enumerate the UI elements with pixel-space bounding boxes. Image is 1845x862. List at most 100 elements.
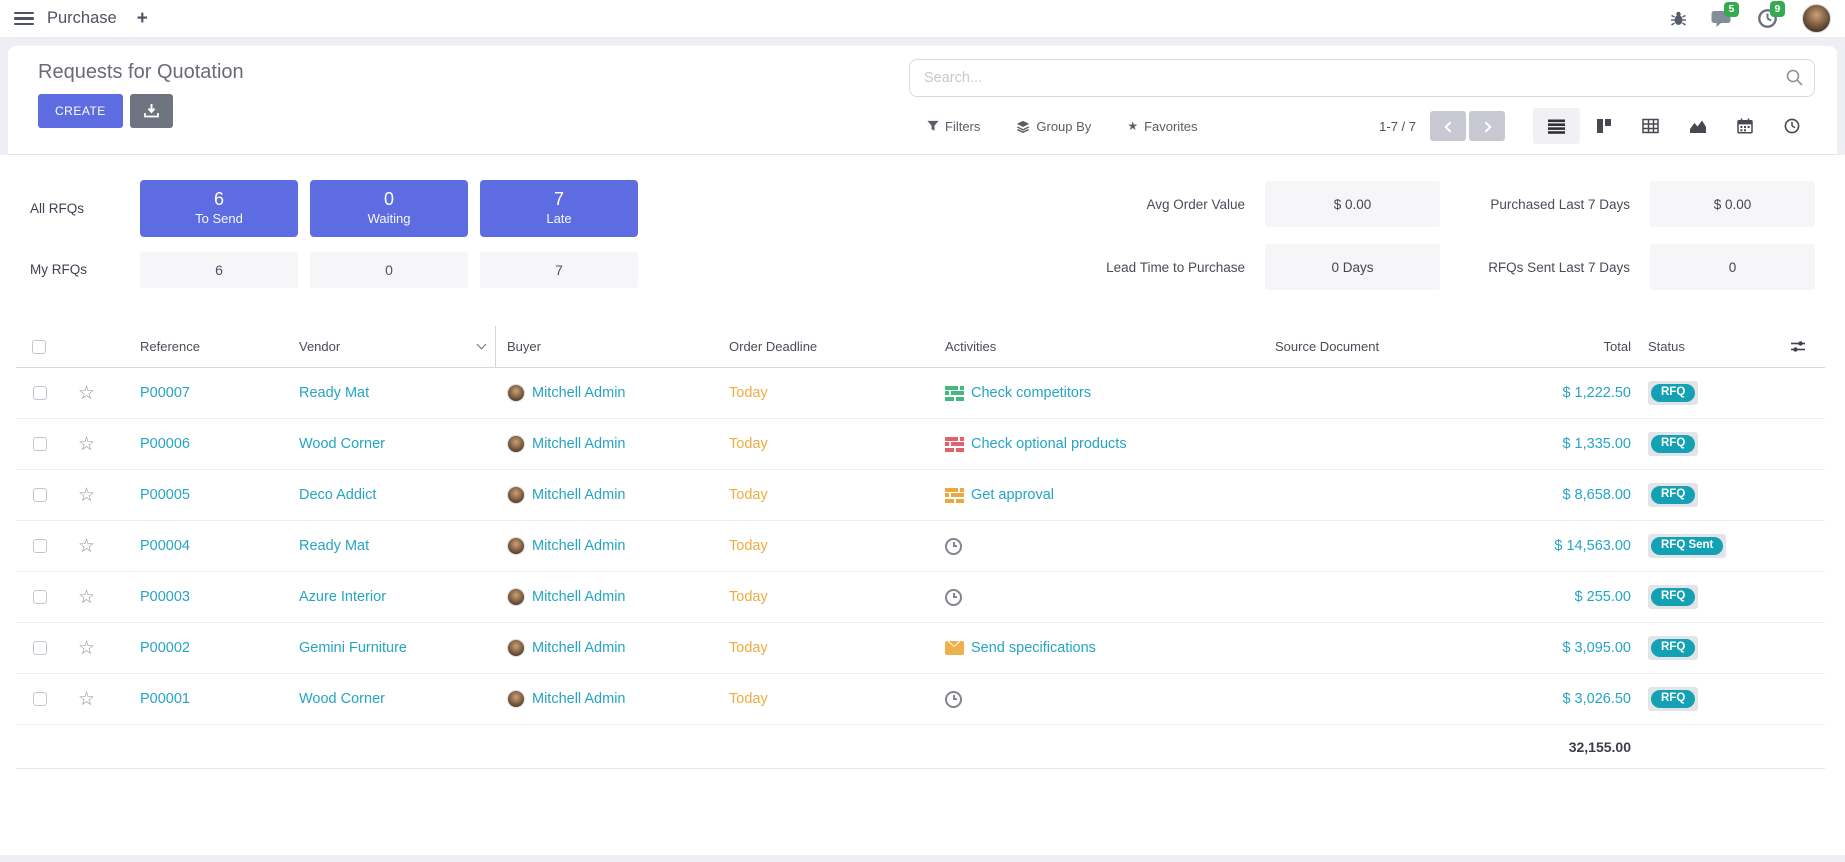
reference-link[interactable]: P00002 bbox=[140, 640, 190, 656]
activity-view-button[interactable] bbox=[1768, 108, 1815, 144]
table-row[interactable]: ☆ P00006 Wood Corner Mitchell Admin Toda… bbox=[16, 419, 1825, 470]
favorites-menu[interactable]: ★ Favorites bbox=[1127, 119, 1197, 134]
activity-icon[interactable] bbox=[945, 691, 962, 708]
activity-label[interactable]: Send specifications bbox=[971, 640, 1096, 656]
reference-link[interactable]: P00001 bbox=[140, 691, 190, 707]
activity-label[interactable]: Get approval bbox=[971, 487, 1054, 503]
select-all-checkbox[interactable] bbox=[32, 340, 46, 354]
pivot-view-button[interactable] bbox=[1627, 108, 1674, 144]
activity-icon[interactable] bbox=[945, 386, 964, 401]
row-checkbox[interactable] bbox=[33, 386, 47, 400]
activity-icon[interactable] bbox=[945, 488, 964, 503]
row-checkbox[interactable] bbox=[33, 488, 47, 502]
reference-link[interactable]: P00003 bbox=[140, 589, 190, 605]
export-button[interactable] bbox=[130, 94, 173, 128]
group-by-menu[interactable]: Group By bbox=[1016, 119, 1091, 134]
reference-link[interactable]: P00005 bbox=[140, 487, 190, 503]
buyer-link[interactable]: Mitchell Admin bbox=[532, 589, 625, 605]
user-avatar[interactable] bbox=[1802, 4, 1831, 33]
favorite-star-icon[interactable]: ☆ bbox=[78, 588, 95, 607]
table-row[interactable]: ☆ P00002 Gemini Furniture Mitchell Admin… bbox=[16, 623, 1825, 674]
col-header-activities[interactable]: Activities bbox=[941, 326, 1271, 367]
calendar-view-button[interactable] bbox=[1721, 108, 1768, 144]
reference-link[interactable]: P00004 bbox=[140, 538, 190, 554]
app-name[interactable]: Purchase bbox=[47, 9, 117, 28]
buyer-link[interactable]: Mitchell Admin bbox=[532, 487, 625, 503]
create-button[interactable]: CREATE bbox=[38, 94, 123, 128]
activity-icon[interactable] bbox=[945, 641, 964, 655]
buyer-link[interactable]: Mitchell Admin bbox=[532, 385, 625, 401]
col-header-buyer[interactable]: Buyer bbox=[496, 326, 726, 367]
vendor-link[interactable]: Azure Interior bbox=[299, 589, 386, 605]
rfqs-sent-last-7-days-value[interactable]: 0 bbox=[1650, 244, 1815, 290]
table-row[interactable]: ☆ P00001 Wood Corner Mitchell Admin Toda… bbox=[16, 674, 1825, 725]
kanban-view-button[interactable] bbox=[1580, 108, 1627, 144]
favorite-star-icon[interactable]: ☆ bbox=[78, 537, 95, 556]
late-card[interactable]: 7Late bbox=[480, 180, 638, 237]
buyer-link[interactable]: Mitchell Admin bbox=[532, 691, 625, 707]
vendor-link[interactable]: Deco Addict bbox=[299, 487, 376, 503]
table-row[interactable]: ☆ P00007 Ready Mat Mitchell Admin Today … bbox=[16, 368, 1825, 419]
optional-columns-button[interactable] bbox=[1770, 326, 1825, 367]
activity-icon[interactable] bbox=[945, 538, 962, 555]
search-input[interactable] bbox=[909, 59, 1815, 97]
table-row[interactable]: ☆ P00004 Ready Mat Mitchell Admin Today … bbox=[16, 521, 1825, 572]
my-late-value[interactable]: 7 bbox=[480, 252, 638, 288]
my-to-send-value[interactable]: 6 bbox=[140, 252, 298, 288]
col-header-total[interactable]: Total bbox=[1440, 326, 1640, 367]
favorite-star-icon[interactable]: ☆ bbox=[78, 384, 95, 403]
reference-link[interactable]: P00007 bbox=[140, 385, 190, 401]
avg-order-value[interactable]: $ 0.00 bbox=[1265, 181, 1440, 227]
list-view-button[interactable] bbox=[1533, 108, 1580, 144]
search-icon[interactable] bbox=[1785, 68, 1804, 87]
col-header-status[interactable]: Status bbox=[1640, 326, 1770, 367]
vendor-link[interactable]: Wood Corner bbox=[299, 691, 385, 707]
col-header-source-document[interactable]: Source Document bbox=[1271, 326, 1440, 367]
favorite-star-icon[interactable]: ☆ bbox=[78, 639, 95, 658]
row-checkbox[interactable] bbox=[33, 437, 47, 451]
vendor-link[interactable]: Wood Corner bbox=[299, 436, 385, 452]
activity-label[interactable]: Check competitors bbox=[971, 385, 1091, 401]
row-checkbox[interactable] bbox=[33, 692, 47, 706]
pager-next-button[interactable] bbox=[1469, 111, 1505, 141]
lead-time-value[interactable]: 0 Days bbox=[1265, 244, 1440, 290]
vendor-link[interactable]: Ready Mat bbox=[299, 385, 369, 401]
status-badge: RFQ bbox=[1651, 588, 1695, 607]
all-rfqs-filter[interactable]: All RFQs bbox=[30, 201, 128, 216]
my-rfqs-filter[interactable]: My RFQs bbox=[30, 262, 128, 277]
table-row[interactable]: ☆ P00003 Azure Interior Mitchell Admin T… bbox=[16, 572, 1825, 623]
activities-clock-icon[interactable]: 9 bbox=[1757, 8, 1778, 29]
reference-link[interactable]: P00006 bbox=[140, 436, 190, 452]
favorite-star-icon[interactable]: ☆ bbox=[78, 486, 95, 505]
graph-view-button[interactable] bbox=[1674, 108, 1721, 144]
waiting-card[interactable]: 0Waiting bbox=[310, 180, 468, 237]
col-header-vendor[interactable]: Vendor bbox=[286, 326, 496, 367]
messages-icon[interactable]: 5 bbox=[1711, 9, 1733, 29]
apps-menu-icon[interactable] bbox=[14, 9, 34, 29]
pager-previous-button[interactable] bbox=[1430, 111, 1466, 141]
activity-label[interactable]: Check optional products bbox=[971, 436, 1127, 452]
new-tab-plus-icon[interactable]: + bbox=[137, 9, 148, 28]
table-row[interactable]: ☆ P00005 Deco Addict Mitchell Admin Toda… bbox=[16, 470, 1825, 521]
activity-icon[interactable] bbox=[945, 589, 962, 606]
buyer-link[interactable]: Mitchell Admin bbox=[532, 640, 625, 656]
calendar-icon bbox=[1737, 118, 1753, 134]
buyer-link[interactable]: Mitchell Admin bbox=[532, 538, 625, 554]
activity-icon[interactable] bbox=[945, 437, 964, 452]
total-amount: $ 8,658.00 bbox=[1562, 487, 1631, 503]
my-waiting-value[interactable]: 0 bbox=[310, 252, 468, 288]
col-header-order-deadline[interactable]: Order Deadline bbox=[726, 326, 941, 367]
buyer-link[interactable]: Mitchell Admin bbox=[532, 436, 625, 452]
row-checkbox[interactable] bbox=[33, 590, 47, 604]
row-checkbox[interactable] bbox=[33, 539, 47, 553]
filters-menu[interactable]: Filters bbox=[927, 119, 980, 134]
row-checkbox[interactable] bbox=[33, 641, 47, 655]
vendor-link[interactable]: Gemini Furniture bbox=[299, 640, 407, 656]
purchased-last-7-days-value[interactable]: $ 0.00 bbox=[1650, 181, 1815, 227]
favorite-star-icon[interactable]: ☆ bbox=[78, 435, 95, 454]
to-send-card[interactable]: 6To Send bbox=[140, 180, 298, 237]
vendor-link[interactable]: Ready Mat bbox=[299, 538, 369, 554]
favorite-star-icon[interactable]: ☆ bbox=[78, 690, 95, 709]
col-header-reference[interactable]: Reference bbox=[118, 326, 286, 367]
debug-bug-icon[interactable] bbox=[1670, 10, 1687, 27]
